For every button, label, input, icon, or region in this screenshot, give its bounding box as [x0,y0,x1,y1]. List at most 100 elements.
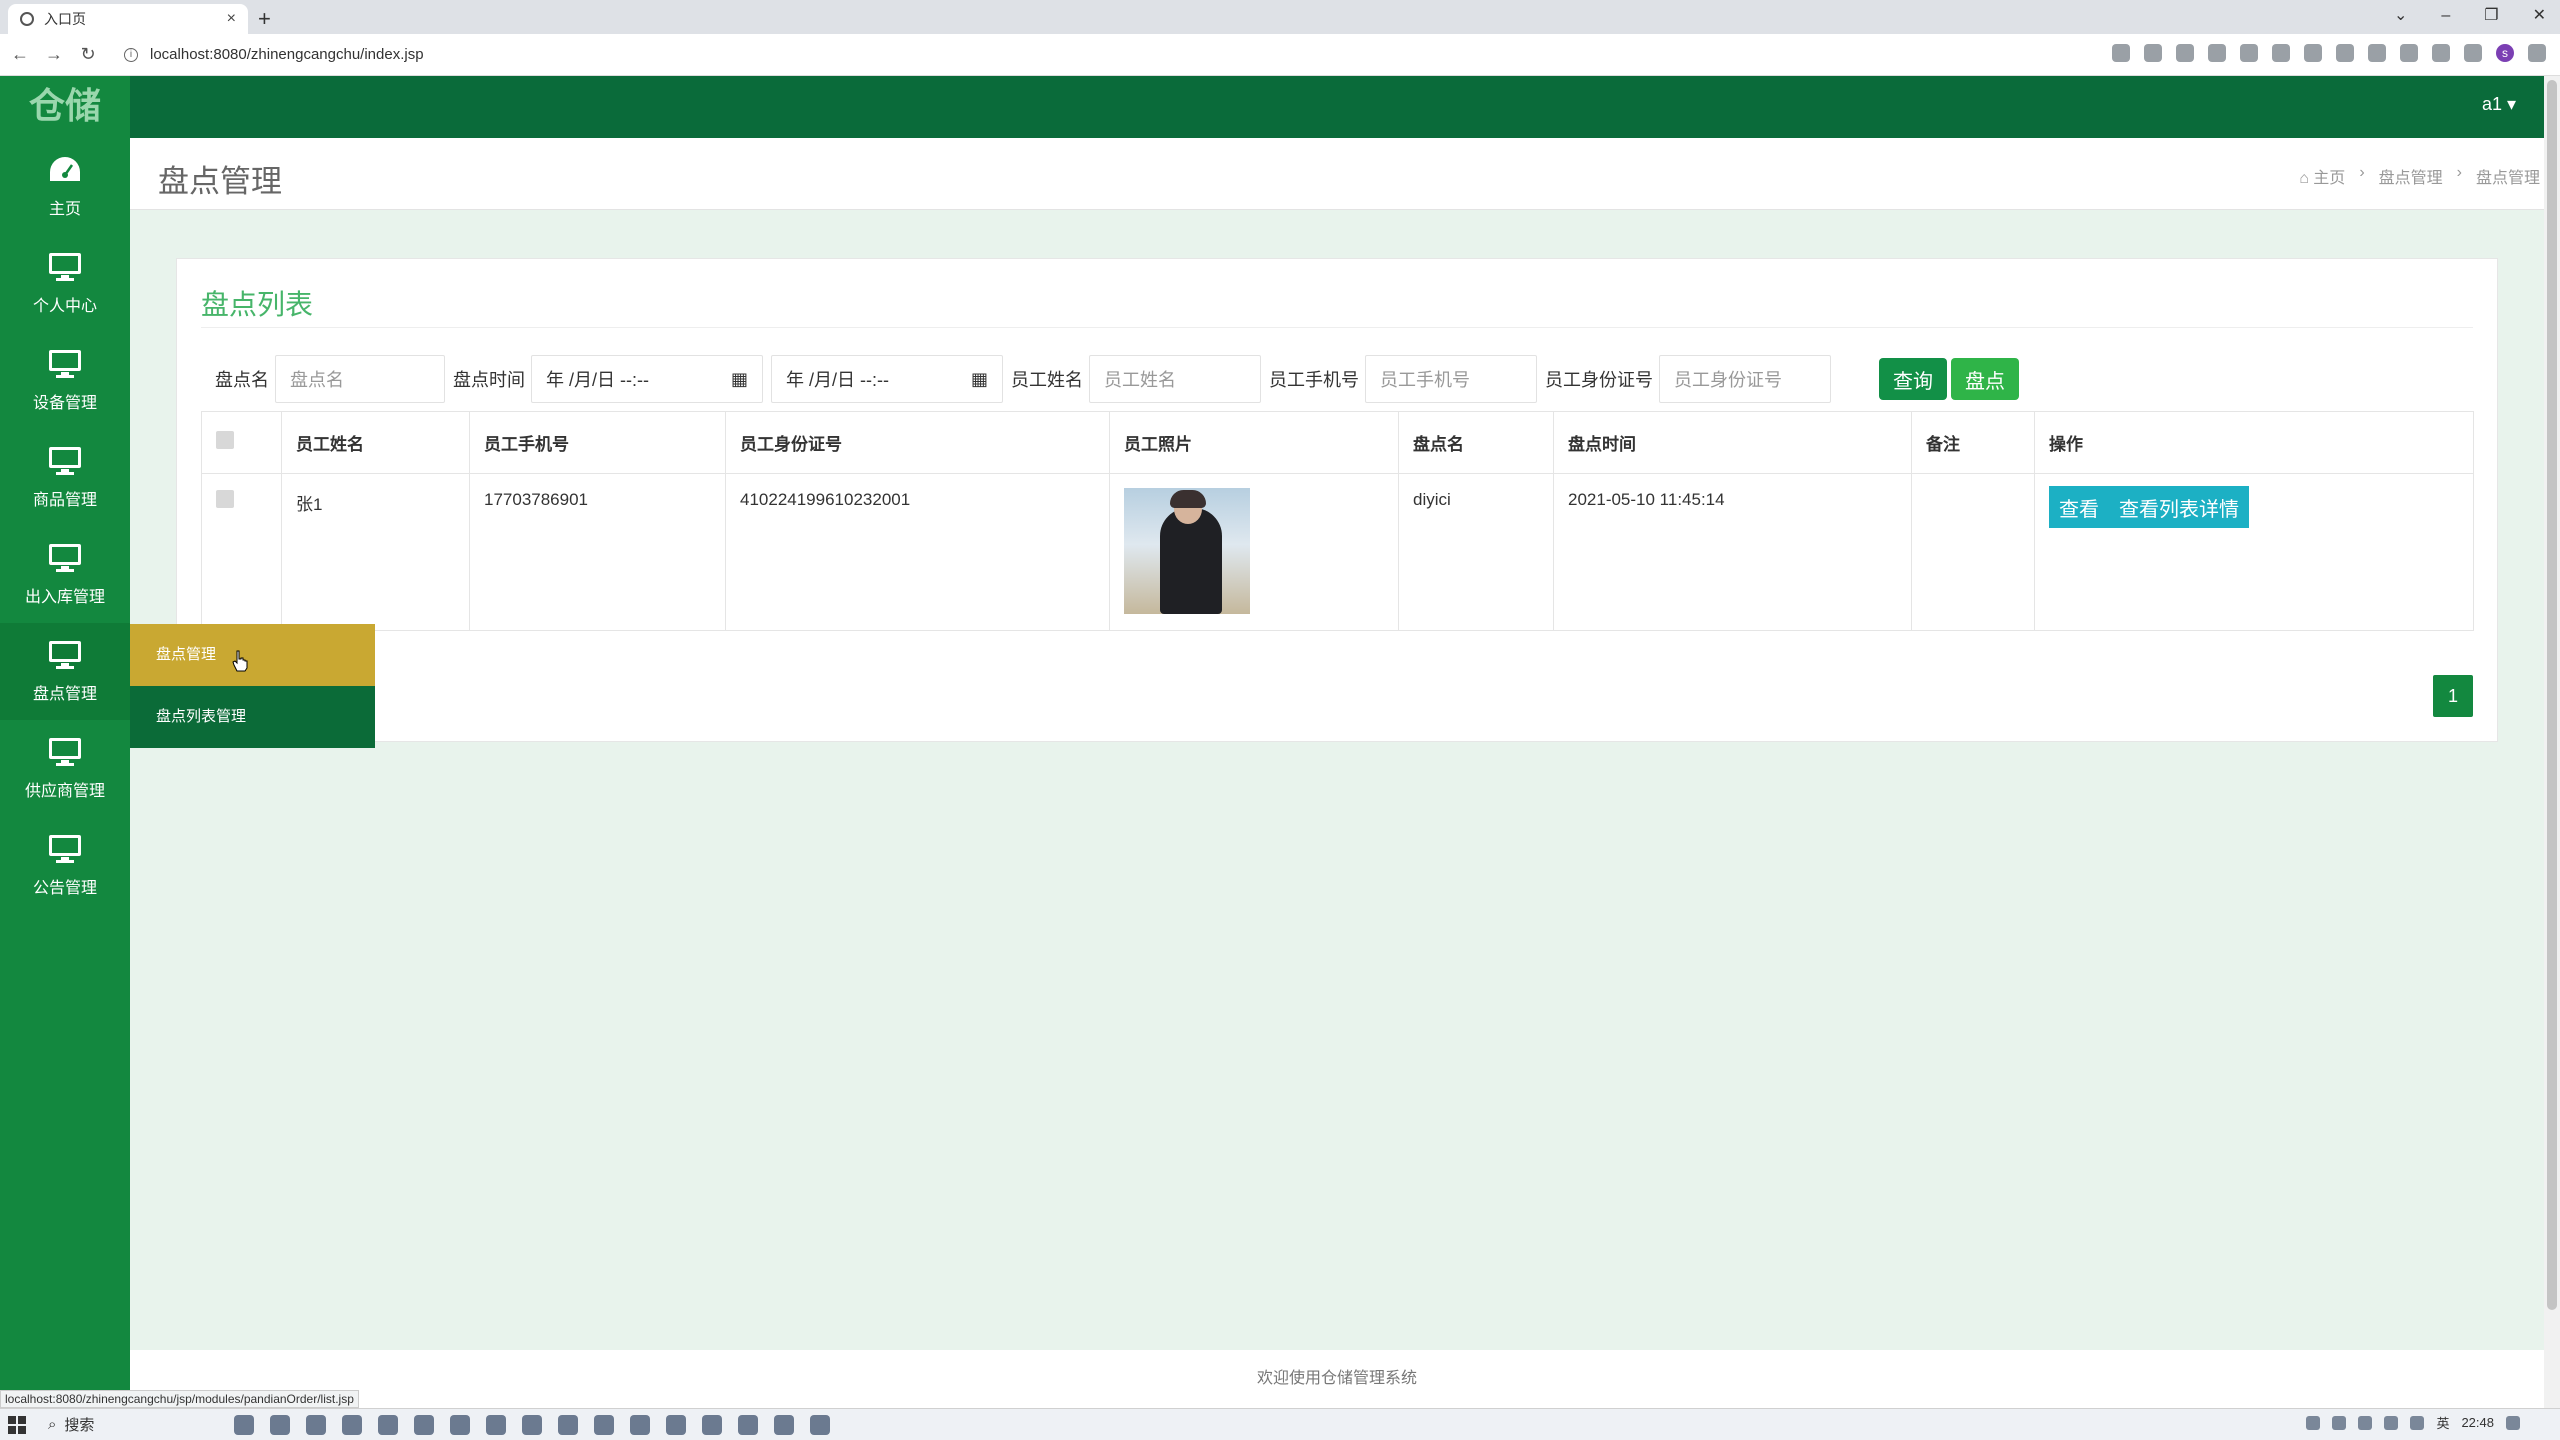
query-button[interactable]: 查询 [1879,358,1947,400]
sidebar-item-device[interactable]: 设备管理 [0,332,130,429]
shield-extension-icon[interactable] [2240,44,2258,62]
calendar-icon[interactable]: ▦ [731,369,748,390]
inventory-check-button[interactable]: 盘点 [1951,358,2019,400]
app-icon[interactable] [270,1414,291,1435]
app-icon[interactable] [630,1414,651,1435]
row-checkbox[interactable] [216,490,234,508]
sidebar-item-supplier[interactable]: 供应商管理 [0,720,130,817]
inventory-table: 员工姓名 员工手机号 员工身份证号 员工照片 盘点名 盘点时间 备注 操作 张1… [201,411,2474,631]
user-menu[interactable]: a1 ▾ [2482,94,2516,115]
zoom-icon[interactable] [2112,44,2130,62]
app-icon[interactable] [306,1414,327,1435]
photo-hair [1170,490,1206,508]
view-detail-button[interactable]: 查看列表详情 [2109,486,2249,528]
sidebar-item-inventory[interactable]: 盘点管理 [0,623,130,720]
network-icon[interactable] [2384,1415,2399,1430]
calendar-icon[interactable]: ▦ [971,369,988,390]
notification-icon[interactable] [2506,1415,2520,1430]
app-icon[interactable] [342,1414,363,1435]
back-button[interactable]: ← [6,44,34,65]
browser-tab[interactable]: 入口页 × [8,4,248,34]
cell-note [1911,473,2035,631]
restore-button[interactable]: ❐ [2484,2,2498,30]
tray-icon[interactable] [2358,1415,2373,1430]
name-input[interactable]: 盘点名 [275,355,445,403]
new-tab-button[interactable]: + [258,4,271,34]
firefox-icon[interactable] [450,1414,471,1435]
clock[interactable]: 22:48 [2461,1415,2494,1430]
tab-search-icon[interactable]: ⌄ [2394,2,2407,30]
breadcrumb-home[interactable]: ⌂ 主页 [2299,164,2345,188]
input-language[interactable]: 英 [2436,1413,2449,1432]
employee-photo[interactable] [1124,488,1250,614]
file-explorer-icon[interactable] [234,1414,255,1435]
app-icon[interactable] [594,1414,615,1435]
monitor-icon [49,543,81,572]
page-1-button[interactable]: 1 [2433,675,2473,717]
phone-input[interactable]: 员工手机号 [1365,355,1537,403]
scrollbar-thumb[interactable] [2547,80,2557,1310]
share-icon[interactable] [2144,44,2162,62]
minimize-button[interactable]: – [2441,2,2450,30]
forward-button[interactable]: → [40,44,68,65]
volume-icon[interactable] [2410,1415,2425,1430]
puzzle-icon[interactable] [2400,44,2418,62]
submenu-item-inventory-list[interactable]: 盘点列表管理 [130,686,375,748]
app-icon[interactable] [702,1414,723,1435]
profile-avatar[interactable]: s [2496,44,2514,62]
sidebar-item-goods[interactable]: 商品管理 [0,429,130,526]
col-idcard: 员工身份证号 [725,411,1110,474]
reload-button[interactable]: ↻ [74,44,102,65]
app-icon[interactable] [414,1414,435,1435]
download-icon[interactable] [2432,44,2450,62]
chrome-icon[interactable] [378,1414,399,1435]
col-photo: 员工照片 [1109,411,1399,474]
select-all-checkbox[interactable] [216,431,234,449]
app-icon[interactable] [810,1414,831,1435]
app-icon[interactable] [666,1414,687,1435]
extension-icon[interactable] [2272,44,2290,62]
app-icon[interactable] [486,1414,507,1435]
breadcrumb: ⌂ 主页 › 盘点管理 › 盘点管理 [2299,164,2540,188]
idcard-input[interactable]: 员工身份证号 [1659,355,1831,403]
info-icon[interactable]: i [124,47,138,62]
col-actions: 操作 [2034,411,2474,474]
sidebar-item-label: 主页 [48,200,81,218]
star-icon[interactable] [2176,44,2194,62]
clipboard-extension-icon[interactable] [2304,44,2322,62]
app-icon[interactable] [738,1414,759,1435]
wechat-icon[interactable] [522,1414,543,1435]
time-start-value: 年 /月/日 --:-- [546,370,649,390]
sidebar-item-notice[interactable]: 公告管理 [0,817,130,914]
submenu-item-inventory[interactable]: 盘点管理 [130,624,375,686]
close-window-button[interactable]: ✕ [2533,2,2546,30]
hand-cursor-icon [232,650,248,672]
filter-extension-icon[interactable] [2336,44,2354,62]
more-menu-icon[interactable] [2528,44,2546,62]
sidebar-item-stock[interactable]: 出入库管理 [0,526,130,623]
app-icon[interactable] [558,1414,579,1435]
time-start-input[interactable]: 年 /月/日 --:-- ▦ [531,355,763,403]
page-header: 盘点管理 ⌂ 主页 › 盘点管理 › 盘点管理 [130,138,2544,210]
tray-icon[interactable] [2332,1415,2347,1430]
breadcrumb-item[interactable]: 盘点管理 [2379,164,2443,188]
page-scrollbar[interactable] [2544,76,2560,1408]
sidebar-item-home[interactable]: 主页 [0,138,130,235]
sidepanel-icon[interactable] [2464,44,2482,62]
camera-extension-icon[interactable] [2208,44,2226,62]
translate-extension-icon[interactable] [2368,44,2386,62]
app-icon[interactable] [774,1414,795,1435]
tray-icon[interactable] [2306,1415,2321,1430]
time-end-input[interactable]: 年 /月/日 --:-- ▦ [771,355,1003,403]
close-tab-icon[interactable]: × [227,10,236,28]
taskbar-search[interactable]: ⌕ 搜索 [48,1414,94,1435]
top-bar: a1 ▾ [130,76,2560,138]
view-button[interactable]: 查看 [2049,486,2109,528]
sidebar-item-label: 盘点管理 [32,685,97,703]
start-button[interactable] [8,1415,26,1434]
sidebar-item-profile[interactable]: 个人中心 [0,235,130,332]
col-name: 盘点名 [1398,411,1554,474]
url-field[interactable]: i localhost:8080/zhinengcangchu/index.js… [124,46,424,63]
sidebar-item-label: 供应商管理 [24,782,105,800]
emp-name-input[interactable]: 员工姓名 [1089,355,1261,403]
